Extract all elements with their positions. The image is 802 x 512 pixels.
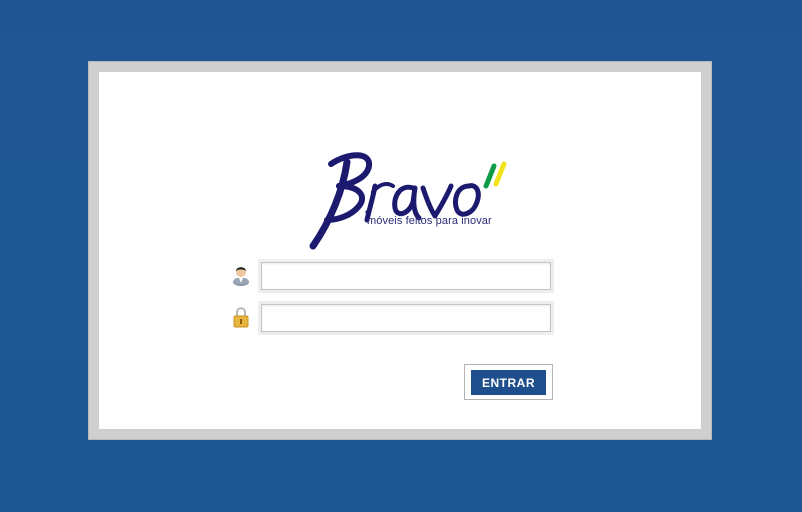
password-row [232,301,557,335]
username-input[interactable] [261,262,551,290]
username-row [232,259,557,293]
login-frame: móveis feitos para inovar ENTRAR [88,61,712,440]
login-panel: móveis feitos para inovar ENTRAR [99,72,701,429]
lock-icon [232,306,250,328]
submit-button-frame: ENTRAR [464,364,553,400]
brand-tagline: móveis feitos para inovar [367,215,492,227]
password-field-wrap [258,301,554,335]
password-input[interactable] [261,304,551,332]
username-field-wrap [258,259,554,293]
user-icon [232,264,250,286]
bravo-logo [309,150,529,260]
enter-button[interactable]: ENTRAR [471,370,546,395]
